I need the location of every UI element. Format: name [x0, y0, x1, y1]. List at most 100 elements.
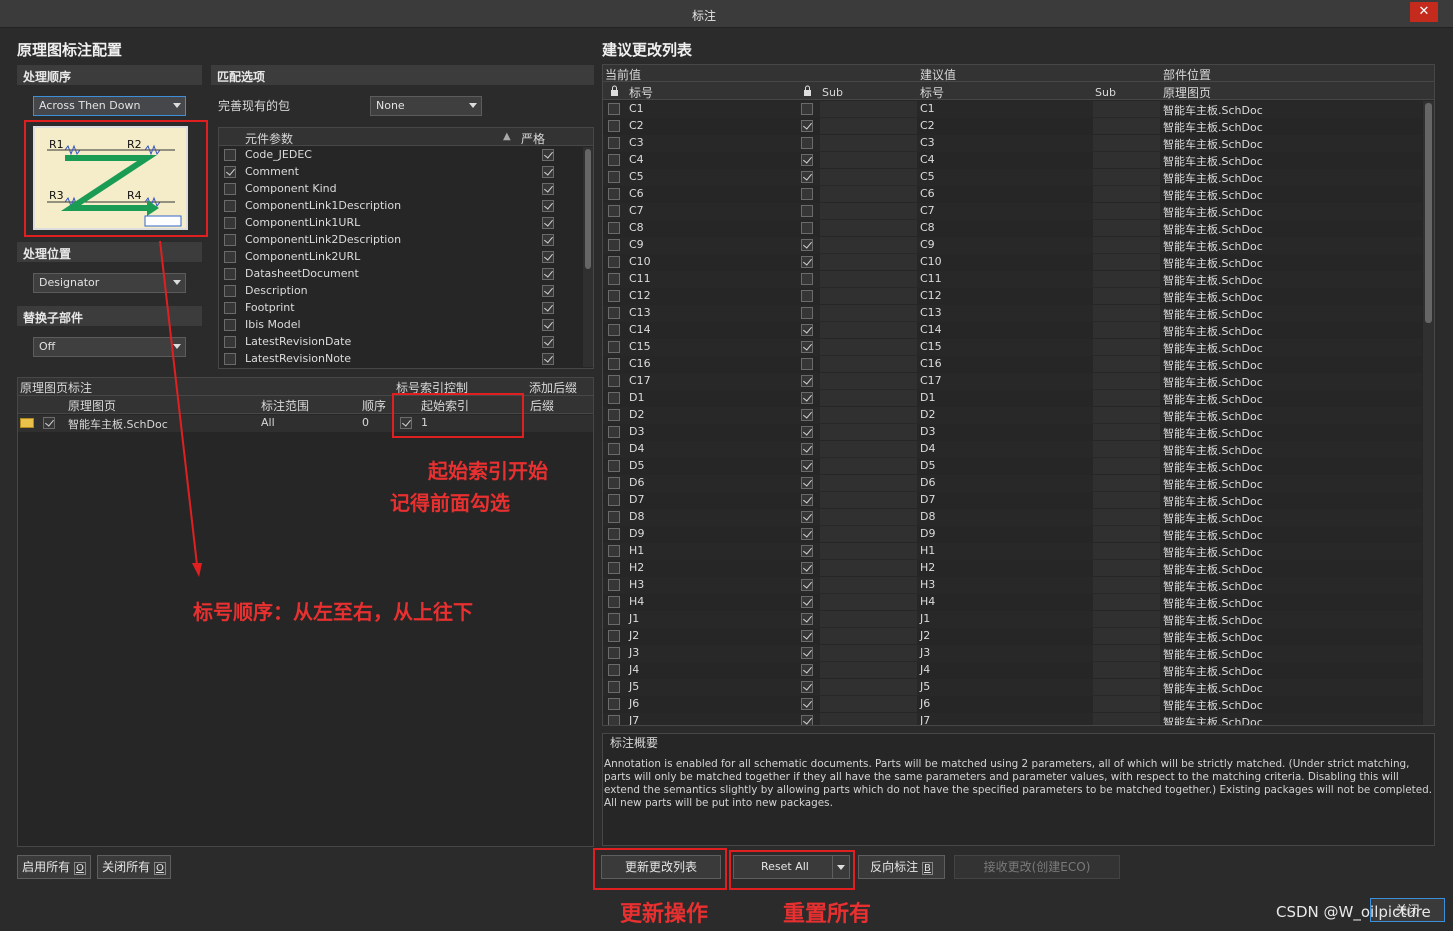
param-strict-checkbox[interactable]	[542, 268, 554, 280]
lock-checkbox[interactable]	[608, 307, 620, 319]
lock-checkbox[interactable]	[608, 477, 620, 489]
param-strict-checkbox[interactable]	[542, 353, 554, 365]
change-row[interactable]: C17 C17 智能车主板.SchDoc	[603, 373, 1422, 390]
change-row[interactable]: C3 C3 智能车主板.SchDoc	[603, 135, 1422, 152]
sheet-row-scope[interactable]: All	[261, 416, 275, 429]
change-row[interactable]: D7 D7 智能车主板.SchDoc	[603, 492, 1422, 509]
lock-checkbox[interactable]	[608, 681, 620, 693]
lock-checkbox[interactable]	[608, 239, 620, 251]
sub-lock-checkbox[interactable]	[801, 511, 813, 523]
change-row[interactable]: D4 D4 智能车主板.SchDoc	[603, 441, 1422, 458]
lock-checkbox[interactable]	[608, 205, 620, 217]
param-enabled-checkbox[interactable]	[224, 302, 236, 314]
change-row[interactable]: C16 C16 智能车主板.SchDoc	[603, 356, 1422, 373]
change-row[interactable]: C5 C5 智能车主板.SchDoc	[603, 169, 1422, 186]
lock-checkbox[interactable]	[608, 460, 620, 472]
back-annotate-button[interactable]: 反向标注 B	[858, 855, 945, 879]
lock-checkbox[interactable]	[608, 613, 620, 625]
order-dropdown[interactable]: Across Then Down	[33, 96, 186, 116]
sub-lock-checkbox[interactable]	[801, 341, 813, 353]
param-row[interactable]: Component Kind	[219, 181, 583, 198]
change-row[interactable]: C15 C15 智能车主板.SchDoc	[603, 339, 1422, 356]
lock-checkbox[interactable]	[608, 545, 620, 557]
sub-lock-checkbox[interactable]	[801, 698, 813, 710]
change-row[interactable]: D1 D1 智能车主板.SchDoc	[603, 390, 1422, 407]
param-row[interactable]: Description	[219, 283, 583, 300]
param-enabled-checkbox[interactable]	[224, 234, 236, 246]
change-row[interactable]: J5 J5 智能车主板.SchDoc	[603, 679, 1422, 696]
param-row[interactable]: Footprint	[219, 300, 583, 317]
sub-lock-checkbox[interactable]	[801, 205, 813, 217]
change-row[interactable]: J1 J1 智能车主板.SchDoc	[603, 611, 1422, 628]
param-enabled-checkbox[interactable]	[224, 353, 236, 365]
change-row[interactable]: C7 C7 智能车主板.SchDoc	[603, 203, 1422, 220]
change-row[interactable]: C10 C10 智能车主板.SchDoc	[603, 254, 1422, 271]
change-row[interactable]: J2 J2 智能车主板.SchDoc	[603, 628, 1422, 645]
param-enabled-checkbox[interactable]	[224, 183, 236, 195]
lock-checkbox[interactable]	[608, 511, 620, 523]
param-strict-checkbox[interactable]	[542, 166, 554, 178]
param-strict-checkbox[interactable]	[542, 217, 554, 229]
lock-checkbox[interactable]	[608, 494, 620, 506]
lock-checkbox[interactable]	[608, 324, 620, 336]
param-strict-checkbox[interactable]	[542, 285, 554, 297]
param-row[interactable]: Code_JEDEC	[219, 147, 583, 164]
change-row[interactable]: D8 D8 智能车主板.SchDoc	[603, 509, 1422, 526]
sub-lock-checkbox[interactable]	[801, 290, 813, 302]
lock-checkbox[interactable]	[608, 120, 620, 132]
change-row[interactable]: C8 C8 智能车主板.SchDoc	[603, 220, 1422, 237]
param-strict-checkbox[interactable]	[542, 319, 554, 331]
change-row[interactable]: D2 D2 智能车主板.SchDoc	[603, 407, 1422, 424]
param-enabled-checkbox[interactable]	[224, 217, 236, 229]
sub-lock-checkbox[interactable]	[801, 256, 813, 268]
sub-lock-checkbox[interactable]	[801, 562, 813, 574]
param-row[interactable]: ComponentLink2URL	[219, 249, 583, 266]
sub-lock-checkbox[interactable]	[801, 273, 813, 285]
lock-checkbox[interactable]	[608, 409, 620, 421]
lock-checkbox[interactable]	[608, 290, 620, 302]
existing-package-dropdown[interactable]: None	[370, 96, 482, 116]
lock-checkbox[interactable]	[608, 392, 620, 404]
change-row[interactable]: H1 H1 智能车主板.SchDoc	[603, 543, 1422, 560]
close-window-icon[interactable]: ✕	[1410, 2, 1438, 22]
sub-lock-checkbox[interactable]	[801, 545, 813, 557]
change-row[interactable]: D3 D3 智能车主板.SchDoc	[603, 424, 1422, 441]
param-strict-checkbox[interactable]	[542, 251, 554, 263]
sub-lock-checkbox[interactable]	[801, 630, 813, 642]
change-row[interactable]: D5 D5 智能车主板.SchDoc	[603, 458, 1422, 475]
sub-lock-checkbox[interactable]	[801, 137, 813, 149]
param-row[interactable]: ComponentLink2Description	[219, 232, 583, 249]
param-strict-checkbox[interactable]	[542, 183, 554, 195]
lock-checkbox[interactable]	[608, 188, 620, 200]
param-enabled-checkbox[interactable]	[224, 251, 236, 263]
lock-checkbox[interactable]	[608, 256, 620, 268]
change-row[interactable]: C9 C9 智能车主板.SchDoc	[603, 237, 1422, 254]
lock-checkbox[interactable]	[608, 273, 620, 285]
lock-checkbox[interactable]	[608, 375, 620, 387]
param-row[interactable]: DatasheetDocument	[219, 266, 583, 283]
lock-checkbox[interactable]	[608, 154, 620, 166]
sub-lock-checkbox[interactable]	[801, 307, 813, 319]
lock-checkbox[interactable]	[608, 647, 620, 659]
change-scrollbar[interactable]	[1423, 101, 1434, 725]
sub-lock-checkbox[interactable]	[801, 443, 813, 455]
sub-lock-checkbox[interactable]	[801, 477, 813, 489]
lock-checkbox[interactable]	[608, 171, 620, 183]
param-strict-checkbox[interactable]	[542, 200, 554, 212]
param-enabled-checkbox[interactable]	[224, 166, 236, 178]
change-row[interactable]: C6 C6 智能车主板.SchDoc	[603, 186, 1422, 203]
sub-lock-checkbox[interactable]	[801, 375, 813, 387]
lock-checkbox[interactable]	[608, 341, 620, 353]
sub-lock-checkbox[interactable]	[801, 715, 813, 725]
lock-checkbox[interactable]	[608, 562, 620, 574]
lock-checkbox[interactable]	[608, 358, 620, 370]
sub-lock-checkbox[interactable]	[801, 222, 813, 234]
lock-checkbox[interactable]	[608, 443, 620, 455]
param-scrollbar-thumb[interactable]	[585, 149, 591, 269]
sub-lock-checkbox[interactable]	[801, 103, 813, 115]
sub-lock-checkbox[interactable]	[801, 324, 813, 336]
param-scrollbar[interactable]	[583, 147, 593, 367]
param-row[interactable]: LatestRevisionNote	[219, 351, 583, 368]
disable-all-button[interactable]: 关闭所有 O	[97, 855, 171, 879]
sub-lock-checkbox[interactable]	[801, 613, 813, 625]
